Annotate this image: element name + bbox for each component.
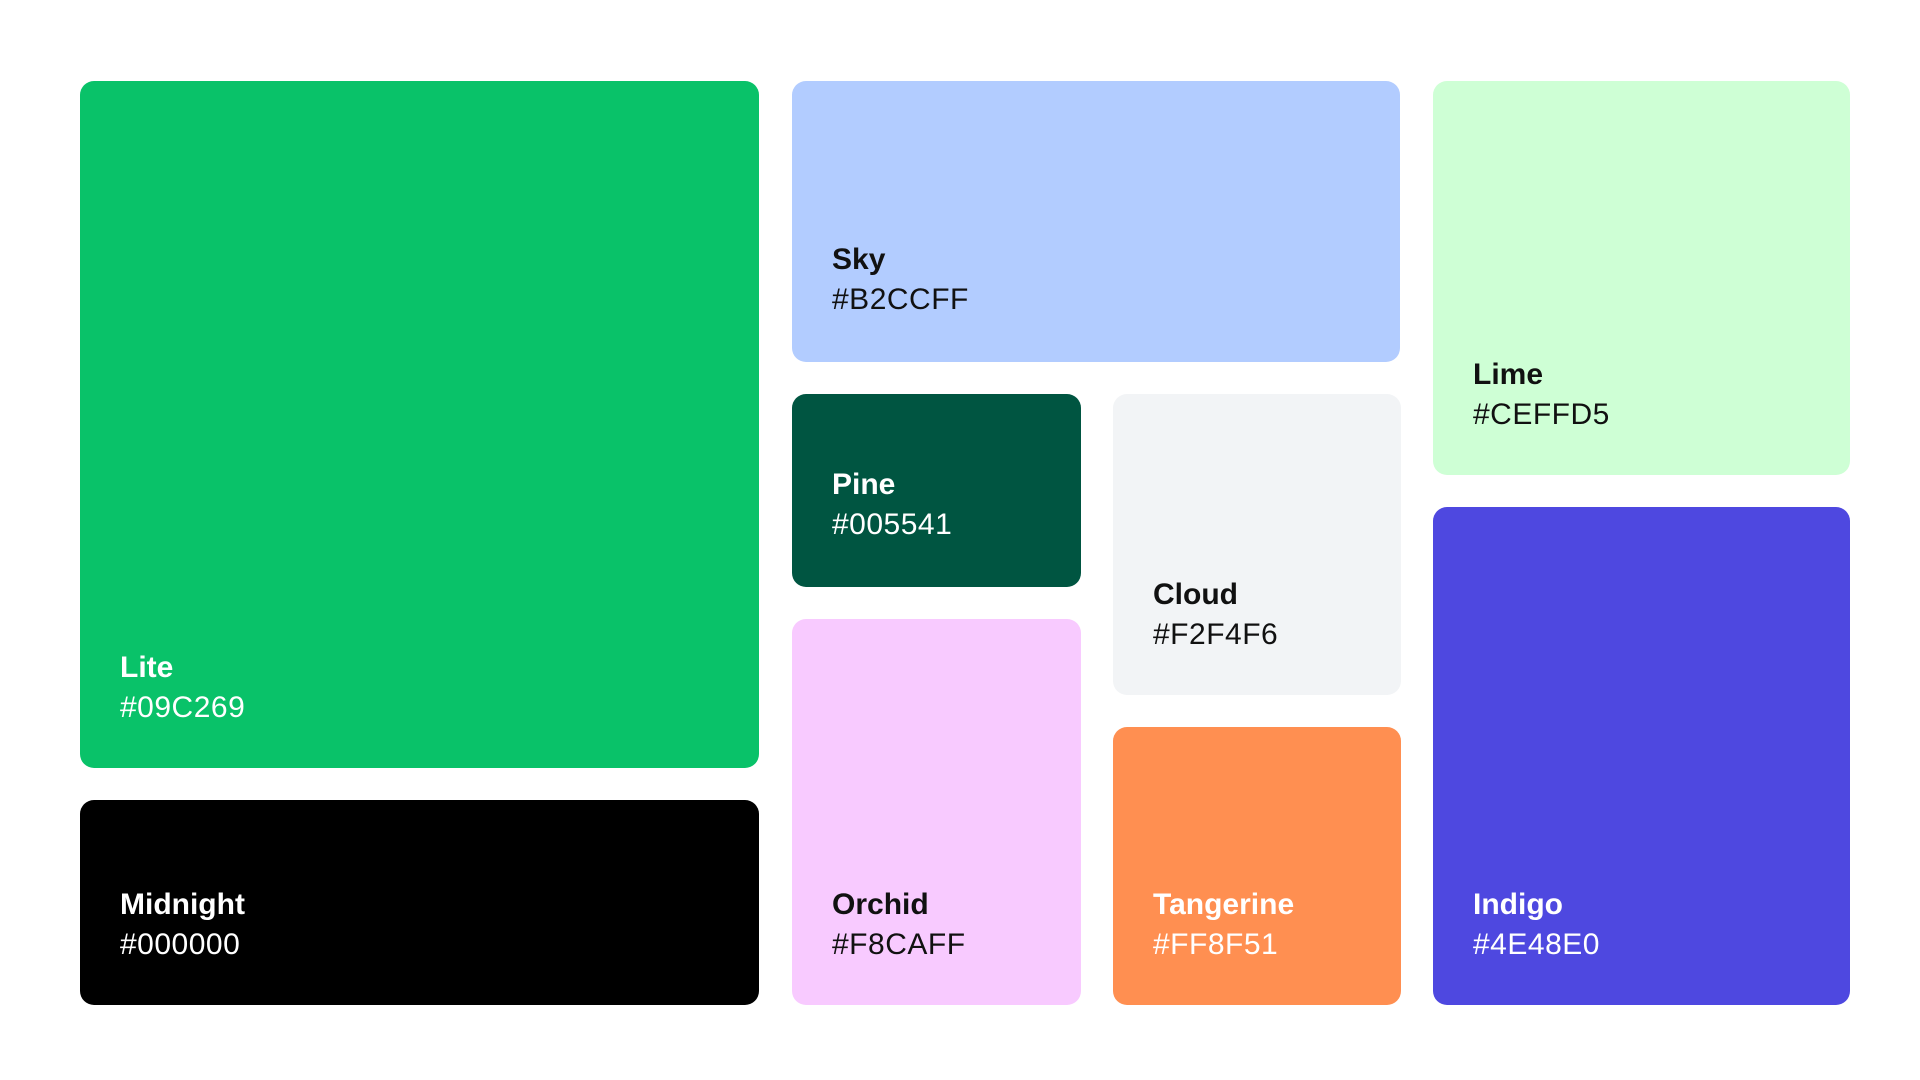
swatch-hex: #4E48E0 <box>1473 928 1600 961</box>
swatch-midnight: Midnight #000000 <box>80 800 759 1005</box>
swatch-hex: #09C269 <box>120 691 246 724</box>
swatch-cloud: Cloud #F2F4F6 <box>1113 394 1401 695</box>
color-palette: Lite #09C269 Midnight #000000 Sky #B2CCF… <box>0 0 1920 1080</box>
swatch-name: Lite <box>120 651 174 684</box>
swatch-hex: #005541 <box>832 508 953 541</box>
swatch-name: Cloud <box>1153 578 1238 611</box>
swatch-hex: #F2F4F6 <box>1153 618 1279 651</box>
swatch-lime: Lime #CEFFD5 <box>1433 81 1850 475</box>
swatch-name: Lime <box>1473 358 1544 391</box>
swatch-name: Midnight <box>120 888 245 921</box>
swatch-orchid: Orchid #F8CAFF <box>792 619 1081 1005</box>
swatch-hex: #B2CCFF <box>832 283 969 316</box>
swatch-indigo: Indigo #4E48E0 <box>1433 507 1850 1005</box>
swatch-hex: #F8CAFF <box>832 928 966 961</box>
swatch-name: Tangerine <box>1153 888 1295 921</box>
swatch-sky: Sky #B2CCFF <box>792 81 1400 362</box>
swatch-name: Pine <box>832 468 896 501</box>
swatch-name: Orchid <box>832 888 929 921</box>
swatch-hex: #CEFFD5 <box>1473 398 1610 431</box>
swatch-lite: Lite #09C269 <box>80 81 759 768</box>
swatch-name: Indigo <box>1473 888 1563 921</box>
swatch-pine: Pine #005541 <box>792 394 1081 587</box>
swatch-hex: #000000 <box>120 928 241 961</box>
swatch-hex: #FF8F51 <box>1153 928 1279 961</box>
swatch-name: Sky <box>832 243 886 276</box>
swatch-tangerine: Tangerine #FF8F51 <box>1113 727 1401 1005</box>
